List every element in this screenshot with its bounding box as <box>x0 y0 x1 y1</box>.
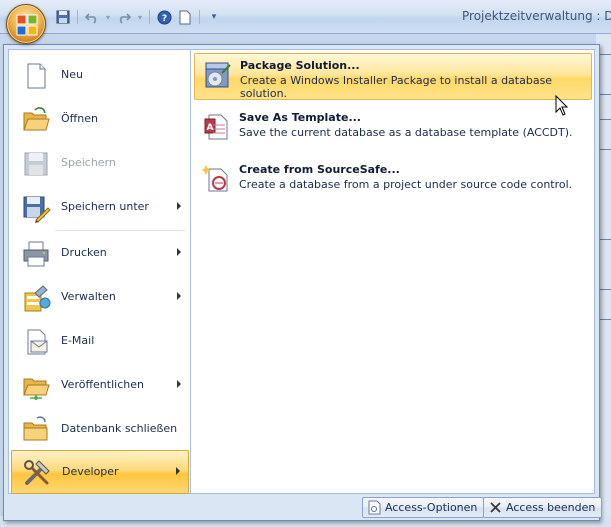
save-icon <box>24 152 48 176</box>
svg-text:A: A <box>207 123 214 133</box>
access-options-button[interactable]: Access-Optionen <box>362 497 485 518</box>
exit-access-label: Access beenden <box>506 501 596 514</box>
menu-item-manage[interactable]: Verwalten <box>11 276 189 318</box>
menu-item-label: Veröffentlichen <box>61 378 144 391</box>
submenu-arrow-icon <box>177 380 181 388</box>
submenu-item-title: Create from SourceSafe... <box>239 163 400 176</box>
submenu-pane: Package Solution... Create a Windows Ins… <box>190 49 595 494</box>
template-icon: A <box>204 114 228 140</box>
quick-access-toolbar: ▾ ▾ ? ▾ <box>54 7 223 27</box>
menu-item-save-as[interactable]: Speichern unter <box>11 186 189 228</box>
submenu-arrow-icon <box>176 467 180 475</box>
title-bar: ▾ ▾ ? ▾ Projektzeitverwaltung : Da <box>0 0 611 34</box>
exit-access-button[interactable]: Access beenden <box>483 497 603 518</box>
customize-icon[interactable]: ▾ <box>205 8 223 26</box>
menu-item-label: Speichern unter <box>61 200 149 213</box>
menu-item-publish[interactable]: Veröffentlichen <box>11 364 189 406</box>
close-icon <box>490 502 501 513</box>
menu-item-label: Drucken <box>61 246 107 259</box>
menu-item-developer[interactable]: Developer <box>11 450 189 494</box>
developer-tools-icon <box>24 460 50 485</box>
submenu-item-title: Save As Template... <box>239 111 361 124</box>
menu-item-label: E-Mail <box>61 334 95 347</box>
publish-icon <box>23 378 50 400</box>
open-folder-icon <box>23 107 50 131</box>
submenu-item-description: Create a database from a project under s… <box>239 178 573 191</box>
submenu-item-package-solution[interactable]: Package Solution... Create a Windows Ins… <box>194 53 592 100</box>
menu-item-label: Öffnen <box>61 112 98 125</box>
menu-item-label: Neu <box>61 68 83 81</box>
menu-item-label: Developer <box>62 465 119 478</box>
menu-item-label: Datenbank schließen <box>61 422 178 435</box>
menu-left-pane: Neu Öffnen Speichern Speichern unter Dru… <box>8 49 190 494</box>
save-icon[interactable] <box>54 8 72 26</box>
access-options-label: Access-Optionen <box>385 501 478 514</box>
qat-separator <box>149 10 150 24</box>
chevron-down-icon[interactable]: ▾ <box>136 8 144 26</box>
office-button[interactable] <box>6 4 46 44</box>
submenu-item-description: Create a Windows Installer Package to in… <box>240 74 553 100</box>
qat-separator <box>199 10 200 24</box>
submenu-arrow-icon <box>177 248 181 256</box>
svg-text:?: ? <box>161 14 166 24</box>
submenu-item-save-as-template[interactable]: A Save As Template... Save the current d… <box>194 106 592 146</box>
sourcesafe-icon <box>201 165 228 192</box>
options-document-icon <box>368 500 381 515</box>
submenu-arrow-icon <box>177 202 181 210</box>
chevron-down-icon[interactable]: ▾ <box>104 8 112 26</box>
menu-item-label: Verwalten <box>61 290 116 303</box>
new-document-icon[interactable] <box>176 8 194 26</box>
menu-item-new[interactable]: Neu <box>11 54 189 96</box>
redo-icon[interactable] <box>115 8 133 26</box>
help-icon[interactable]: ? <box>155 8 173 26</box>
email-icon <box>27 329 48 355</box>
submenu-item-title: Package Solution... <box>240 59 360 72</box>
mouse-cursor-icon <box>555 95 569 116</box>
menu-item-save[interactable]: Speichern <box>11 142 189 184</box>
undo-icon[interactable] <box>83 8 101 26</box>
printer-icon <box>23 241 49 267</box>
close-database-icon <box>23 416 48 441</box>
office-menu: Neu Öffnen Speichern Speichern unter Dru… <box>3 44 603 521</box>
submenu-item-description: Save the current database as a database … <box>239 126 573 139</box>
menu-item-close-database[interactable]: Datenbank schließen <box>11 408 189 450</box>
qat-separator <box>77 10 78 24</box>
package-icon <box>205 62 231 88</box>
office-logo-icon <box>16 14 38 36</box>
submenu-arrow-icon <box>177 292 181 300</box>
menu-item-label: Speichern <box>61 156 116 169</box>
menu-item-print[interactable]: Drucken <box>11 232 189 274</box>
manage-icon <box>24 285 51 312</box>
save-as-icon <box>23 196 51 223</box>
window-title: Projektzeitverwaltung : Da <box>462 9 611 23</box>
new-document-icon <box>27 63 46 89</box>
menu-separator <box>55 230 185 231</box>
submenu-item-create-from-sourcesafe[interactable]: Create from SourceSafe... Create a datab… <box>194 158 592 198</box>
menu-item-open[interactable]: Öffnen <box>11 98 189 140</box>
menu-item-email[interactable]: E-Mail <box>11 320 189 362</box>
